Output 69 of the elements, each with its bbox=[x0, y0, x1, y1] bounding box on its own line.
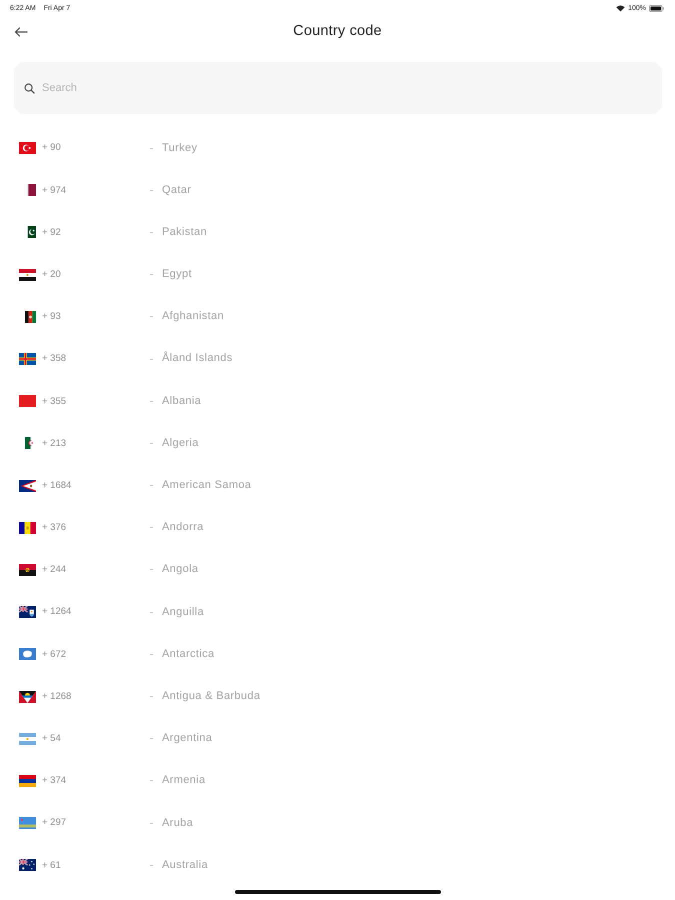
country-name[interactable]: Pakistan bbox=[162, 226, 207, 240]
wifi-icon bbox=[616, 4, 626, 12]
dash-icon bbox=[150, 274, 153, 276]
back-arrow-icon[interactable] bbox=[14, 27, 28, 37]
dash-icon bbox=[150, 442, 153, 444]
country-name[interactable]: Antarctica bbox=[162, 648, 214, 661]
flag-icon bbox=[25, 226, 36, 238]
flag-icon bbox=[19, 268, 36, 281]
dial-code: + 93 bbox=[42, 311, 61, 323]
dial-code: + 92 bbox=[42, 226, 61, 238]
dash-icon bbox=[150, 485, 153, 486]
dial-code: + 61 bbox=[42, 860, 61, 871]
dash-icon bbox=[150, 864, 153, 866]
dial-code: + 376 bbox=[42, 522, 66, 534]
country-name[interactable]: Algeria bbox=[162, 436, 199, 450]
dial-code: + 374 bbox=[42, 775, 66, 787]
battery-icon bbox=[649, 4, 664, 12]
country-name[interactable]: Åland Islands bbox=[162, 352, 233, 366]
country-name[interactable]: Afghanistan bbox=[162, 310, 224, 324]
dial-code: + 1268 bbox=[42, 690, 72, 702]
country-name[interactable]: Argentina bbox=[162, 732, 212, 746]
dash-icon bbox=[150, 738, 153, 740]
country-name[interactable]: American Samoa bbox=[162, 479, 252, 492]
flag-icon bbox=[19, 353, 36, 366]
dial-code: + 54 bbox=[42, 733, 61, 744]
dial-code: + 297 bbox=[42, 817, 66, 829]
flag-icon bbox=[19, 395, 36, 408]
flag-icon bbox=[19, 859, 36, 872]
dial-code: + 213 bbox=[42, 438, 66, 450]
flag-icon bbox=[25, 184, 36, 196]
dial-code: + 672 bbox=[42, 648, 66, 660]
dial-code: + 1264 bbox=[42, 606, 72, 618]
country-name[interactable]: Antigua & Barbuda bbox=[162, 690, 260, 704]
country-name[interactable]: Armenia bbox=[162, 774, 206, 788]
dial-code: + 355 bbox=[42, 396, 66, 407]
flag-icon bbox=[19, 732, 36, 745]
country-name[interactable]: Albania bbox=[162, 394, 202, 408]
flag-icon bbox=[19, 648, 36, 660]
flag-icon bbox=[19, 690, 36, 703]
dial-code: + 974 bbox=[42, 184, 66, 196]
flag-icon bbox=[19, 774, 36, 787]
flag-icon bbox=[19, 564, 36, 576]
dash-icon bbox=[150, 190, 153, 191]
flag-icon bbox=[25, 437, 36, 450]
country-name[interactable]: Angola bbox=[162, 563, 198, 577]
flag-icon bbox=[19, 817, 36, 830]
country-name[interactable]: Australia bbox=[162, 858, 208, 872]
flag-icon bbox=[25, 310, 36, 323]
dial-code: + 90 bbox=[42, 142, 61, 154]
country-name[interactable]: Aruba bbox=[162, 816, 194, 830]
country-name[interactable]: Andorra bbox=[162, 521, 204, 534]
flag-icon bbox=[19, 480, 36, 492]
country-name[interactable]: Anguilla bbox=[162, 606, 204, 619]
country-name[interactable]: Egypt bbox=[162, 268, 192, 282]
search-field[interactable]: Search bbox=[14, 62, 662, 114]
country-name[interactable]: Turkey bbox=[162, 142, 198, 155]
search-icon bbox=[24, 82, 35, 94]
dial-code: + 358 bbox=[42, 353, 66, 365]
dash-icon bbox=[150, 232, 153, 233]
dash-icon bbox=[150, 654, 153, 655]
flag-icon bbox=[19, 142, 36, 154]
country-name[interactable]: Qatar bbox=[162, 184, 192, 197]
dash-icon bbox=[150, 696, 153, 698]
page-title: Country code bbox=[293, 22, 382, 42]
dial-code: + 244 bbox=[42, 564, 66, 576]
dial-code: + 20 bbox=[42, 268, 61, 280]
dial-code: + 1684 bbox=[42, 480, 72, 492]
flag-icon bbox=[19, 606, 36, 618]
flag-icon bbox=[19, 522, 36, 534]
